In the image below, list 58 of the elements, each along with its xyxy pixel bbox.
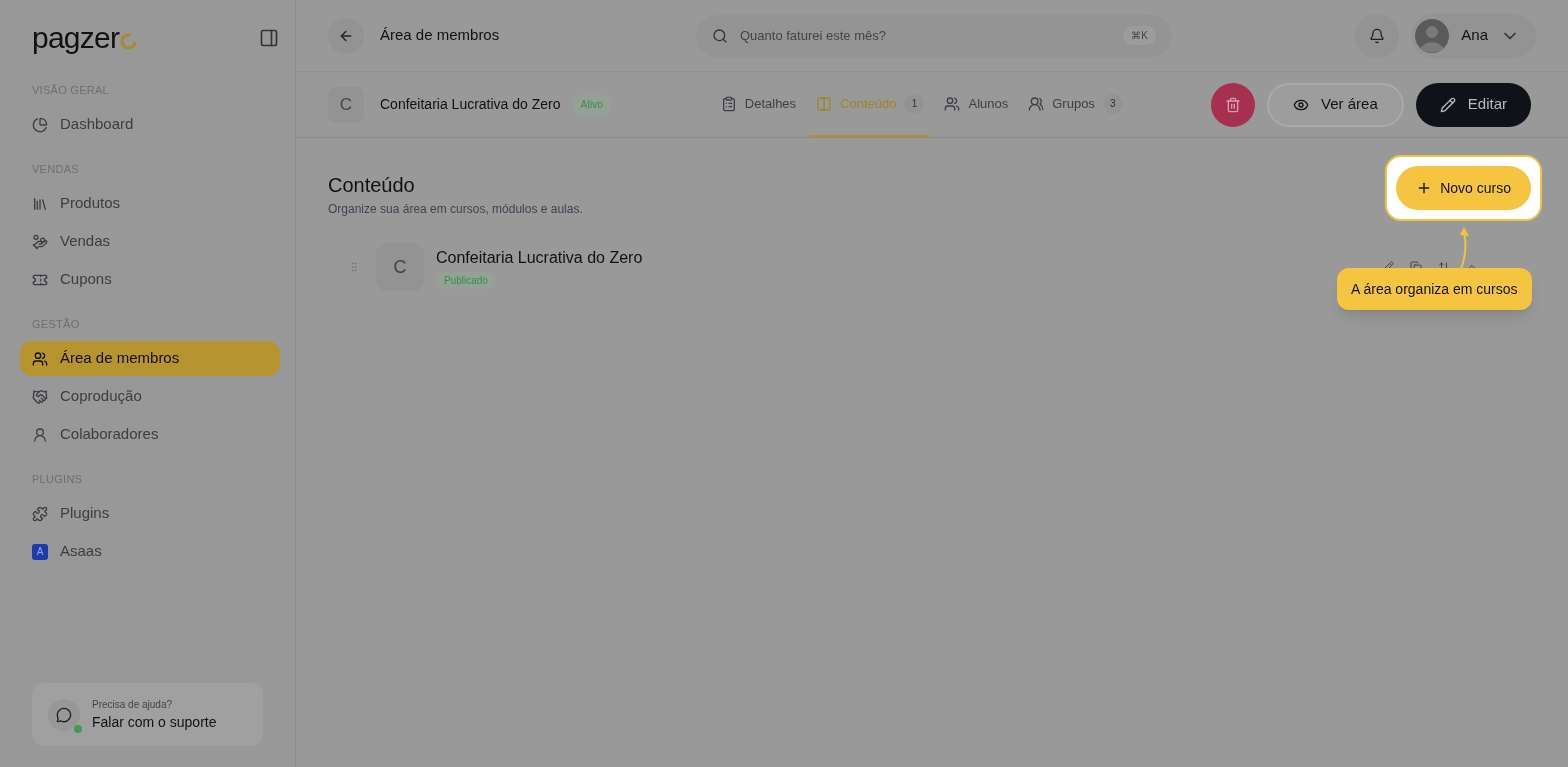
sidebar-item[interactable]: Plugins [20,496,280,531]
group-icon [1028,95,1045,112]
sidebar-item[interactable]: Dashboard [20,107,280,142]
course-title: Confeitaria Lucrativa do Zero [436,247,643,268]
pencil-icon [1439,96,1456,113]
area-avatar: C [328,86,364,123]
logo-ring-icon [120,33,138,50]
sidebar-item[interactable]: Produtos [20,186,280,221]
logo-text: pagzer [32,23,120,53]
count-badge: 3 [1102,93,1123,114]
view-button[interactable]: Ver área [1267,82,1404,127]
tab[interactable]: Grupos 3 [1022,72,1129,137]
puzzle-icon [32,505,48,522]
help-subtitle: Precisa de ajuda? [92,697,174,712]
tab[interactable]: Detalhes [714,72,803,137]
edit-button[interactable]: Editar [1415,82,1531,127]
course-avatar: C [376,243,424,291]
shortcut-hint: ⌘K [1123,26,1156,45]
status-badge: Publicado [436,271,496,289]
coin-hand-icon [32,233,48,250]
new-course-button[interactable]: Novo curso [1396,166,1531,210]
books-icon [32,195,48,212]
count-badge: 1 [904,93,925,114]
sidebar-item[interactable]: Área de membros [20,341,280,376]
search-input[interactable]: Quanto faturei este mês? [740,25,1112,46]
back-button[interactable] [328,17,364,54]
sidebar-toggle-icon[interactable] [259,28,279,48]
status-badge: Ativo [572,94,611,115]
search-icon [712,27,728,44]
avatar-icon [1415,18,1450,53]
sidebar-item[interactable]: A Asaas [20,534,280,569]
sidebar-item[interactable]: Coprodução [20,379,280,414]
user-menu[interactable]: Ana [1411,13,1536,58]
chat-bubble-icon [56,706,72,723]
tab[interactable]: Conteúdo 1 [810,72,931,137]
help-card[interactable]: Precisa de ajuda? Falar com o suporte [32,683,263,746]
app-logo-icon: A [32,543,48,560]
section-subtitle: Organize sua área em cursos, módulos e aulas. [328,201,583,218]
handshake-icon [32,388,48,405]
sidebar-item[interactable]: Colaboradores [20,417,280,452]
person-icon [32,426,48,443]
columns-icon [816,95,833,112]
bell-icon [1369,27,1386,44]
clipboard-icon [720,95,737,112]
page-title: Área de membros [380,25,501,46]
sidebar-item[interactable]: Vendas [20,224,280,259]
tooltip: A área organiza em cursos [1337,268,1532,310]
area-name: Confeitaria Lucrativa do Zero [380,95,561,114]
chart-icon [32,116,48,133]
trash-icon [1225,96,1242,113]
sidebar-item[interactable]: Cupons [20,262,280,297]
users-icon [32,350,48,367]
drag-handle-icon[interactable] [348,261,360,273]
tab[interactable]: Alunos [938,72,1015,137]
section-title: Conteúdo [328,173,416,198]
users-icon [944,95,961,112]
help-title: Falar com o suporte [92,712,217,732]
search-field[interactable]: Quanto faturei este mês? ⌘K [696,14,1172,57]
